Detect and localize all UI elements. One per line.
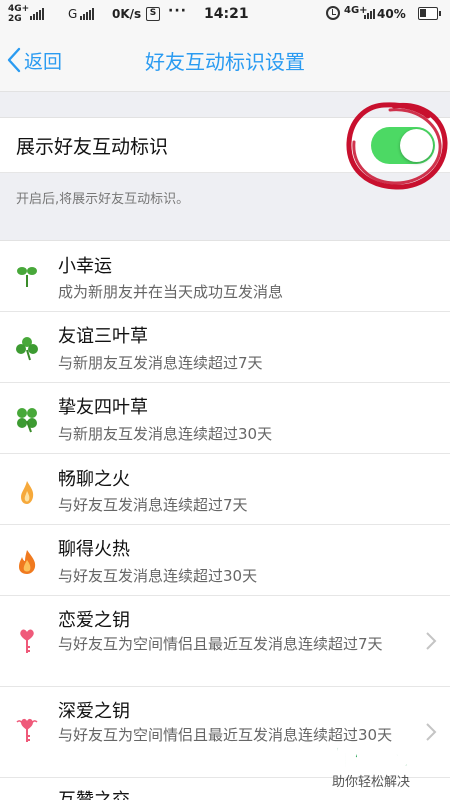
- sprout-icon: [17, 267, 37, 287]
- toggle-label: 展示好友互动标识: [16, 136, 169, 158]
- network-indicator: 4G+ 2G: [8, 4, 30, 24]
- winged-heart-key-icon: [16, 718, 38, 742]
- list-item-zhiyou-siyecao: 挚友四叶草 与新朋友互发消息连续超过30天: [0, 383, 450, 454]
- three-leaf-clover-icon: [16, 337, 38, 361]
- item-name: 畅聊之火: [58, 469, 130, 490]
- status-bar: 4G+ 2G G 0K/s S ··· 14:21 4G+ 40%: [0, 0, 450, 30]
- alarm-icon: [326, 6, 340, 20]
- s-app-icon: S: [146, 7, 160, 21]
- signal-icon: [80, 8, 94, 20]
- show-interaction-badge-switch[interactable]: [371, 127, 435, 164]
- watermark-title: 百科全说: [326, 744, 426, 773]
- show-interaction-badge-row: 展示好友互动标识: [0, 117, 450, 173]
- item-description: 与好友互发消息连续超过30天: [58, 567, 258, 585]
- item-name: 挚友四叶草: [58, 397, 148, 418]
- item-description: 与好友互发消息连续超过7天: [58, 496, 248, 514]
- item-name: 互赞之交: [58, 786, 130, 800]
- item-name: 恋爱之钥: [58, 610, 130, 631]
- chevron-right-icon: [426, 632, 437, 650]
- big-flame-icon: [19, 550, 36, 574]
- item-description: 与好友互为空间情侣且最近互发消息连续超过7天: [58, 635, 383, 653]
- watermark-subtitle: 助你轻松解决: [332, 775, 411, 790]
- signal-icon: [30, 8, 44, 20]
- item-description: 与新朋友互发消息连续超过30天: [58, 425, 273, 443]
- more-notifications-icon: ···: [168, 3, 187, 19]
- battery-percent: 40%: [377, 7, 406, 21]
- item-name: 深爱之钥: [58, 701, 130, 722]
- carrier-label: G: [68, 7, 78, 21]
- list-item-youyi-sanyecao: 友谊三叶草 与新朋友互发消息连续超过7天: [0, 312, 450, 383]
- four-leaf-clover-icon: [17, 408, 37, 433]
- list-item-liaode-huore: 聊得火热 与好友互发消息连续超过30天: [0, 525, 450, 596]
- title-bar: 返回 好友互动标识设置: [0, 30, 450, 92]
- list-item-xiaoxingyun: 小幸运 成为新朋友并在当天成功互发消息: [0, 241, 450, 312]
- item-description: 成为新朋友并在当天成功互发消息: [58, 283, 284, 301]
- switch-knob: [400, 129, 433, 162]
- item-description: 与新朋友互发消息连续超过7天: [58, 354, 263, 372]
- signal-icon: [364, 7, 375, 19]
- item-name: 友谊三叶草: [58, 326, 148, 347]
- clock: 14:21: [204, 6, 249, 22]
- badge-list: 小幸运 成为新朋友并在当天成功互发消息 友谊三叶草 与新朋友互发消息连续超过7天…: [0, 240, 450, 800]
- watermark-logo: 百科全说 助你轻松解决: [322, 738, 440, 791]
- chevron-left-icon: [7, 47, 21, 73]
- heart-key-icon: [20, 629, 34, 653]
- page-title: 好友互动标识设置: [145, 50, 305, 74]
- list-item-changliao-zhihuo: 畅聊之火 与好友互发消息连续超过7天: [0, 454, 450, 525]
- toggle-hint: 开启后,将展示好友互动标识。: [16, 192, 190, 207]
- list-item-lianai-zhiyao[interactable]: 恋爱之钥 与好友互为空间情侣且最近互发消息连续超过7天: [0, 596, 450, 687]
- small-flame-icon: [21, 481, 34, 504]
- item-name: 聊得火热: [58, 539, 130, 560]
- battery-icon: [418, 7, 441, 20]
- network-speed: 0K/s: [112, 7, 142, 21]
- back-label: 返回: [24, 50, 63, 73]
- item-name: 小幸运: [58, 256, 112, 277]
- back-button[interactable]: 返回: [6, 45, 62, 75]
